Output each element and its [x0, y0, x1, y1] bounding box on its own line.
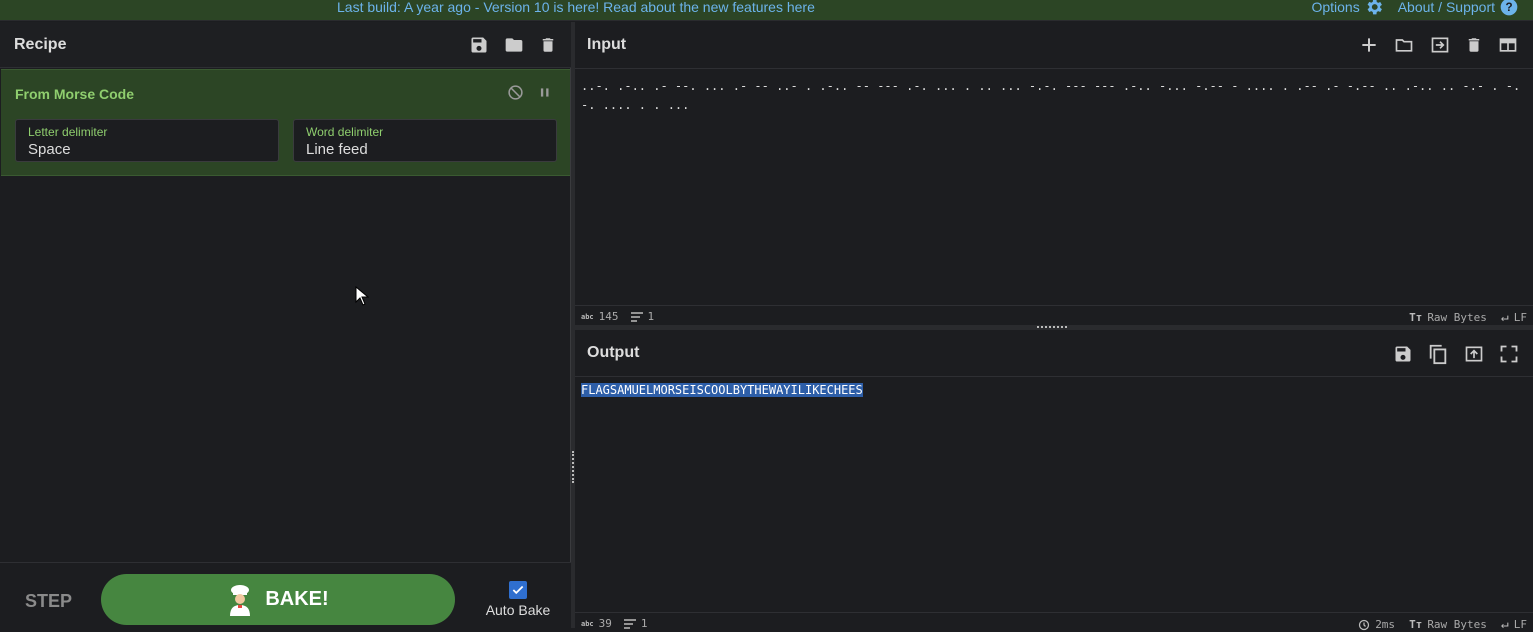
lines-icon — [623, 618, 636, 629]
vertical-resizer-grip[interactable] — [572, 451, 574, 483]
horizontal-resizer-grip[interactable] — [1037, 326, 1067, 328]
lines-icon — [630, 311, 643, 322]
top-banner: Last build: A year ago - Version 10 is h… — [0, 0, 1533, 21]
auto-bake-label: Auto Bake — [485, 602, 551, 618]
text-size-icon: Tт — [1409, 311, 1423, 324]
gear-icon — [1367, 0, 1382, 15]
output-textarea[interactable]: FLAGSAMUELMORSEISCOOLBYTHEWAYILIKECHEES — [581, 381, 1526, 400]
maximise-icon[interactable] — [1499, 344, 1519, 364]
recipe-title: Recipe — [14, 35, 67, 53]
options-label: Options — [1311, 0, 1360, 15]
help-icon: ? — [1500, 0, 1518, 16]
about-label: About / Support — [1397, 0, 1495, 15]
output-eol: LF — [1513, 618, 1527, 631]
disable-icon[interactable] — [507, 84, 524, 101]
pause-icon[interactable] — [538, 84, 552, 101]
clear-input-icon[interactable] — [1465, 35, 1483, 55]
bake-label: BAKE! — [265, 588, 329, 610]
input-eol-button[interactable]: ↵ LF — [1501, 310, 1527, 325]
bake-time: 2ms — [1375, 618, 1396, 631]
open-file-icon[interactable] — [1429, 35, 1451, 55]
save-output-icon[interactable] — [1393, 344, 1413, 364]
bake-controls: STEP BAKE! Auto Bake — [0, 562, 571, 628]
input-encoding-button[interactable]: Tт Raw Bytes — [1409, 311, 1487, 324]
input-encoding: Raw Bytes — [1427, 311, 1487, 324]
bake-button[interactable]: BAKE! — [101, 574, 455, 625]
word-delimiter-value: Line feed — [306, 141, 368, 158]
input-header: Input — [575, 22, 1533, 69]
recipe-pane: Recipe From Morse Code Letter delimiter … — [0, 22, 571, 628]
char-count-icon: abc — [581, 619, 594, 628]
trash-icon[interactable] — [539, 35, 557, 55]
input-pane: Input ..-. .-.. .- --. ... .- -- ..- . .… — [575, 22, 1533, 325]
output-title: Output — [587, 344, 640, 361]
word-delimiter-select[interactable]: Word delimiter Line feed — [293, 119, 557, 162]
char-count-icon: abc — [581, 312, 594, 321]
build-info-link[interactable]: Last build: A year ago - Version 10 is h… — [337, 0, 815, 14]
folder-icon[interactable] — [503, 35, 525, 55]
output-encoding-button[interactable]: Tт Raw Bytes — [1409, 618, 1487, 631]
return-icon: ↵ — [1500, 617, 1509, 632]
word-delimiter-label: Word delimiter — [306, 125, 384, 139]
svg-text:?: ? — [1505, 1, 1512, 14]
output-line-count: 1 — [640, 617, 648, 630]
options-button[interactable]: Options — [1311, 0, 1383, 17]
about-support-button[interactable]: About / Support ? — [1398, 0, 1519, 17]
open-folder-icon[interactable] — [1393, 35, 1415, 55]
output-encoding: Raw Bytes — [1427, 618, 1487, 631]
layout-icon[interactable] — [1497, 35, 1519, 55]
auto-bake-checkbox[interactable] — [509, 581, 527, 599]
save-icon[interactable] — [469, 35, 489, 55]
operation-title: From Morse Code — [15, 86, 135, 102]
input-title: Input — [587, 36, 627, 53]
recipe-header: Recipe — [0, 22, 571, 68]
auto-bake-toggle[interactable]: Auto Bake — [483, 581, 553, 618]
letter-delimiter-value: Space — [28, 141, 71, 158]
input-eol: LF — [1513, 311, 1527, 324]
replace-input-icon[interactable] — [1463, 344, 1485, 364]
output-header: Output — [575, 330, 1533, 377]
step-button[interactable]: STEP — [25, 591, 72, 612]
output-eol-button[interactable]: ↵ LF — [1501, 617, 1527, 632]
input-char-count: 145 — [598, 310, 619, 323]
input-status-bar: abc 145 1 Tт Raw Bytes ↵ LF — [575, 305, 1533, 325]
output-pane: Output FLAGSAMUELMORSEISCOOLBYTHEWAYILIK… — [575, 330, 1533, 632]
text-size-icon: Tт — [1409, 618, 1423, 631]
return-icon: ↵ — [1500, 310, 1509, 325]
input-textarea[interactable]: ..-. .-.. .- --. ... .- -- ..- . .-.. --… — [581, 77, 1526, 115]
letter-delimiter-label: Letter delimiter — [28, 125, 108, 139]
mouse-cursor-icon — [355, 286, 369, 306]
clock-icon — [1359, 619, 1370, 630]
letter-delimiter-select[interactable]: Letter delimiter Space — [15, 119, 279, 162]
output-status-bar: abc 39 1 2ms Tт Raw Bytes ↵ LF — [575, 612, 1533, 632]
operation-from-morse-code[interactable]: From Morse Code Letter delimiter Space W… — [1, 69, 570, 176]
add-tab-icon[interactable] — [1359, 35, 1379, 55]
input-line-count: 1 — [647, 310, 655, 323]
output-selection[interactable]: FLAGSAMUELMORSEISCOOLBYTHEWAYILIKECHEES — [581, 383, 863, 397]
copy-icon[interactable] — [1427, 343, 1449, 365]
output-char-count: 39 — [598, 617, 612, 630]
chef-icon — [230, 584, 251, 616]
check-icon — [512, 585, 524, 595]
